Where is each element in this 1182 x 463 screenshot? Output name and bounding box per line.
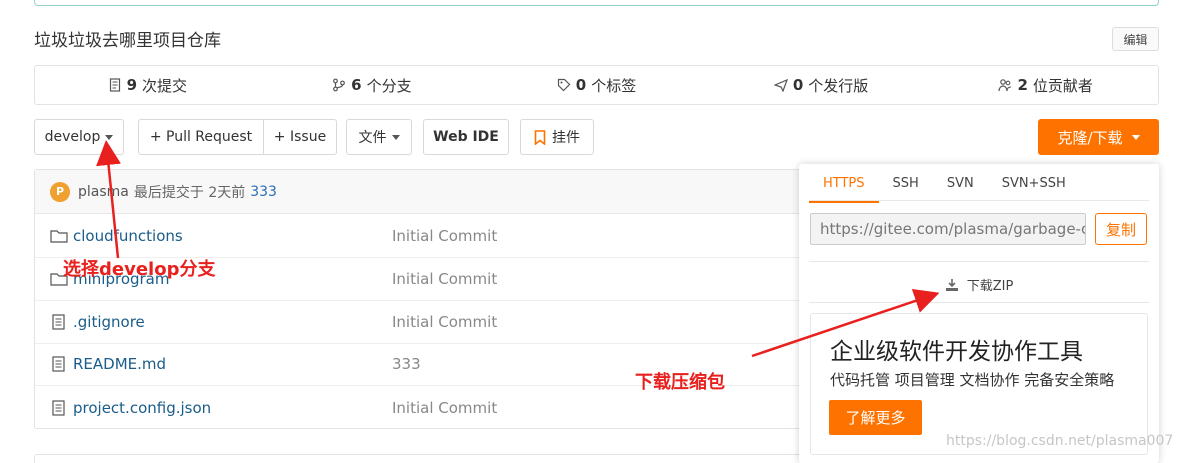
tag-icon <box>557 78 571 92</box>
watermark: https://blog.csdn.net/plasma007 <box>946 433 1174 449</box>
stat-contributors[interactable]: 2 位贡献者 <box>933 66 1158 104</box>
protocol-tabs: HTTPS SSH SVN SVN+SSH <box>809 170 1080 203</box>
avatar[interactable]: P <box>50 181 70 202</box>
file-name[interactable]: cloudfunctions <box>73 227 183 245</box>
stat-label: 个标签 <box>591 76 637 95</box>
clone-download-button[interactable]: 克隆/下载 <box>1038 119 1159 155</box>
commit-time: 最后提交于 2天前 <box>133 184 246 201</box>
folder-icon <box>50 230 68 243</box>
stat-count: 0 <box>575 76 587 94</box>
copy-button[interactable]: 复制 <box>1095 213 1147 245</box>
annotation-zip: 下载压缩包 <box>635 372 725 393</box>
commit-user[interactable]: plasma <box>78 184 129 200</box>
contributors-icon <box>998 79 1012 92</box>
annotation-branch: 选择develop分支 <box>63 259 216 280</box>
file-name[interactable]: .gitignore <box>73 313 145 331</box>
stat-label: 个分支 <box>366 76 412 95</box>
chevron-down-icon <box>391 134 400 140</box>
file-commit-message[interactable]: Initial Commit <box>392 313 497 331</box>
clone-label: 克隆/下载 <box>1057 128 1123 147</box>
promo-title: 企业级软件开发协作工具 <box>830 339 1083 365</box>
stat-label: 位贡献者 <box>1032 76 1093 95</box>
stat-label: 次提交 <box>142 76 188 95</box>
stat-commits[interactable]: 9 次提交 <box>35 66 260 104</box>
pendant-label: 挂件 <box>552 130 580 146</box>
divider <box>809 200 1149 201</box>
file-name[interactable]: README.md <box>73 355 166 373</box>
edit-button[interactable]: 编辑 <box>1112 27 1159 51</box>
stat-count: 9 <box>126 76 137 94</box>
commit-hash[interactable]: 333 <box>250 184 277 200</box>
file-icon <box>52 314 65 330</box>
stat-count: 6 <box>351 76 362 94</box>
web-ide-button[interactable]: Web IDE <box>423 119 509 155</box>
chevron-down-icon <box>105 134 114 140</box>
tab-https[interactable]: HTTPS <box>809 170 879 203</box>
tab-svn[interactable]: SVN <box>933 170 988 203</box>
files-label: 文件 <box>358 130 387 146</box>
stat-releases[interactable]: 0 个发行版 <box>709 66 934 104</box>
file-icon <box>52 356 65 372</box>
branch-icon <box>333 78 346 92</box>
issue-button[interactable]: + Issue <box>263 119 337 155</box>
stat-tags[interactable]: 0 个标签 <box>484 66 709 104</box>
top-panel-edge <box>34 0 1159 6</box>
pull-request-button[interactable]: + Pull Request <box>138 119 264 155</box>
stat-label: 个发行版 <box>808 76 869 95</box>
stat-count: 2 <box>1017 76 1028 94</box>
branch-select[interactable]: develop <box>34 119 124 155</box>
tab-svn-ssh[interactable]: SVN+SSH <box>988 170 1080 203</box>
repo-stats-bar: 9 次提交 6 个分支 0 个标签 0 个发行版 2 位贡献者 <box>34 65 1159 105</box>
tab-ssh[interactable]: SSH <box>879 170 933 203</box>
file-name[interactable]: project.config.json <box>73 399 211 417</box>
pendant-button[interactable]: 挂件 <box>520 119 594 155</box>
file-commit-message[interactable]: Initial Commit <box>392 227 497 245</box>
clone-dropdown: HTTPS SSH SVN SVN+SSH https://gitee.com/… <box>799 164 1159 463</box>
divider <box>809 261 1149 262</box>
download-zip-label: 下载ZIP <box>966 279 1014 294</box>
download-icon <box>945 278 958 291</box>
clone-url-input[interactable]: https://gitee.com/plasma/garbage-classif… <box>810 213 1086 245</box>
stat-branches[interactable]: 6 个分支 <box>260 66 485 104</box>
chevron-down-icon <box>1131 134 1140 140</box>
learn-more-button[interactable]: 了解更多 <box>829 400 922 435</box>
file-commit-message[interactable]: Initial Commit <box>392 270 497 288</box>
divider <box>809 302 1149 303</box>
bookmark-icon <box>534 129 546 145</box>
file-icon <box>52 399 65 416</box>
files-menu-button[interactable]: 文件 <box>346 119 412 155</box>
file-commit-message[interactable]: Initial Commit <box>392 399 497 417</box>
release-icon <box>773 78 788 92</box>
promo-subtitle: 代码托管 项目管理 文档协作 完备安全策略 <box>830 371 1115 389</box>
stat-count: 0 <box>792 76 804 94</box>
branch-label: develop <box>44 129 101 145</box>
commit-icon <box>109 78 120 92</box>
repo-description: 垃圾垃圾去哪里项目仓库 <box>34 31 221 51</box>
file-commit-message[interactable]: 333 <box>392 355 421 373</box>
download-zip-link[interactable]: 下载ZIP <box>799 275 1159 294</box>
